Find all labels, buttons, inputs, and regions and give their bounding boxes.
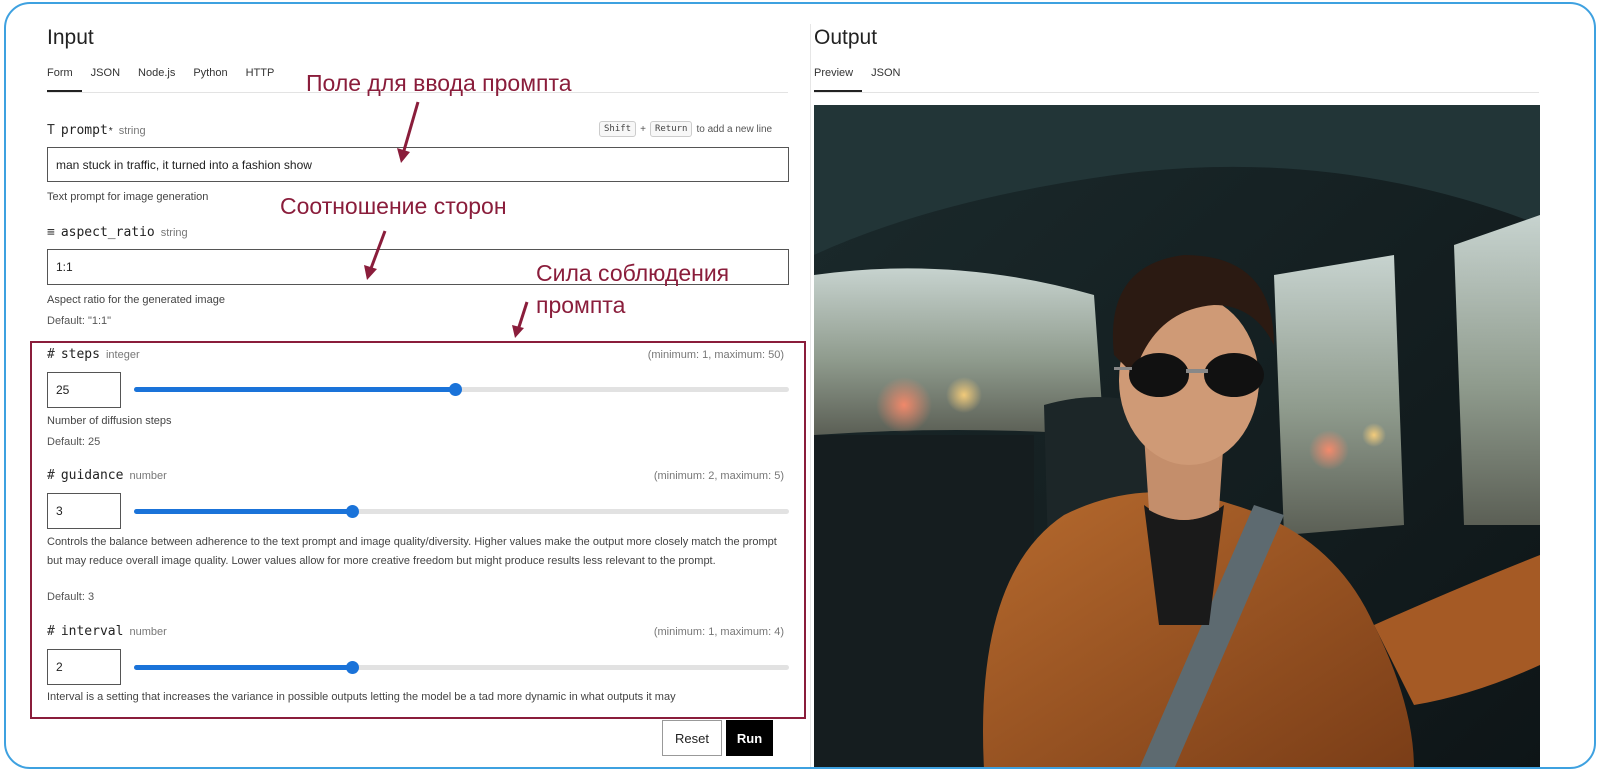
output-tabs: Preview JSON	[814, 67, 909, 92]
tab-nodejs[interactable]: Node.js	[129, 67, 184, 92]
annotation-arrow-prompt	[397, 101, 420, 163]
plus-sign: +	[640, 123, 646, 135]
interval-field-name: interval	[60, 624, 124, 639]
steps-field-header: # steps integer	[47, 347, 140, 362]
return-key: Return	[649, 121, 693, 137]
hint-text: to add a new line	[696, 123, 773, 135]
interval-slider[interactable]	[134, 660, 789, 674]
tab-preview[interactable]: Preview	[814, 67, 863, 92]
newline-hint: Shift + Return to add a new line	[599, 121, 772, 137]
annotation-aspect-ratio: Соотношение сторон	[280, 193, 507, 219]
output-panel-title: Output	[814, 26, 878, 49]
guidance-range: (minimum: 2, maximum: 5)	[653, 470, 784, 482]
annotation-adherence-line2: промпта	[536, 292, 626, 318]
reset-button[interactable]: Reset	[662, 720, 722, 756]
interval-input[interactable]: 2	[47, 649, 121, 685]
aspect-ratio-field-type: string	[160, 227, 188, 239]
steps-input[interactable]: 25	[47, 372, 121, 408]
aspect-ratio-field-header: ≡ aspect_ratio string	[47, 225, 188, 240]
input-tabs: Form JSON Node.js Python HTTP	[47, 67, 283, 92]
number-type-icon: #	[47, 468, 55, 483]
steps-description: Number of diffusion steps	[47, 415, 172, 427]
interval-field-header: # interval number	[47, 624, 167, 639]
guidance-field-name: guidance	[60, 468, 124, 483]
slider-thumb[interactable]	[448, 383, 462, 396]
tab-output-json[interactable]: JSON	[862, 67, 909, 92]
steps-default: Default: 25	[47, 436, 101, 448]
panel-divider	[810, 24, 811, 767]
generated-image-illustration	[814, 105, 1540, 767]
interval-field-type: number	[129, 626, 167, 638]
slider-thumb[interactable]	[346, 505, 360, 518]
tab-http[interactable]: HTTP	[237, 67, 284, 92]
required-marker: *	[108, 126, 113, 137]
guidance-default: Default: 3	[47, 591, 95, 603]
prompt-field-type: string	[118, 125, 146, 137]
aspect-ratio-description: Aspect ratio for the generated image	[47, 294, 225, 306]
aspect-ratio-default: Default: "1:1"	[47, 315, 112, 327]
tab-json[interactable]: JSON	[82, 67, 129, 92]
interval-description: Interval is a setting that increases the…	[47, 691, 676, 703]
slider-fill	[134, 387, 455, 392]
guidance-input[interactable]: 3	[47, 493, 121, 529]
output-tabs-divider	[814, 92, 1539, 93]
guidance-field-type: number	[129, 470, 167, 482]
shift-key: Shift	[599, 121, 637, 137]
annotation-adherence-line1: Сила соблюдения	[536, 260, 730, 286]
slider-thumb[interactable]	[346, 661, 360, 674]
input-panel-title: Input	[47, 26, 94, 49]
steps-field-type: integer	[105, 349, 140, 361]
prompt-field-header: T prompt * string	[47, 123, 146, 138]
annotation-arrow-aspect-ratio	[364, 230, 387, 280]
slider-fill	[134, 665, 353, 670]
aspect-ratio-field-name: aspect_ratio	[60, 225, 155, 240]
annotation-prompt-field: Поле для ввода промпта	[306, 70, 572, 96]
tab-python[interactable]: Python	[184, 67, 236, 92]
steps-slider[interactable]	[134, 382, 789, 396]
app-frame: Input Form JSON Node.js Python HTTP T pr…	[4, 2, 1596, 769]
steps-range: (minimum: 1, maximum: 50)	[647, 349, 784, 361]
prompt-description: Text prompt for image generation	[47, 191, 209, 203]
run-button[interactable]: Run	[726, 720, 773, 756]
guidance-description: Controls the balance between adherence t…	[47, 536, 777, 567]
number-type-icon: #	[47, 347, 55, 362]
interval-range: (minimum: 1, maximum: 4)	[653, 626, 784, 638]
steps-field-name: steps	[60, 347, 100, 362]
prompt-field-name: prompt	[60, 123, 108, 138]
number-type-icon: #	[47, 624, 55, 639]
guidance-slider[interactable]	[134, 504, 789, 518]
guidance-field-header: # guidance number	[47, 468, 167, 483]
slider-fill	[134, 509, 353, 514]
text-type-icon: T	[47, 123, 55, 138]
annotation-arrow-adherence	[512, 301, 529, 338]
list-type-icon: ≡	[47, 225, 55, 240]
tab-form[interactable]: Form	[47, 67, 82, 92]
output-image	[814, 105, 1540, 767]
